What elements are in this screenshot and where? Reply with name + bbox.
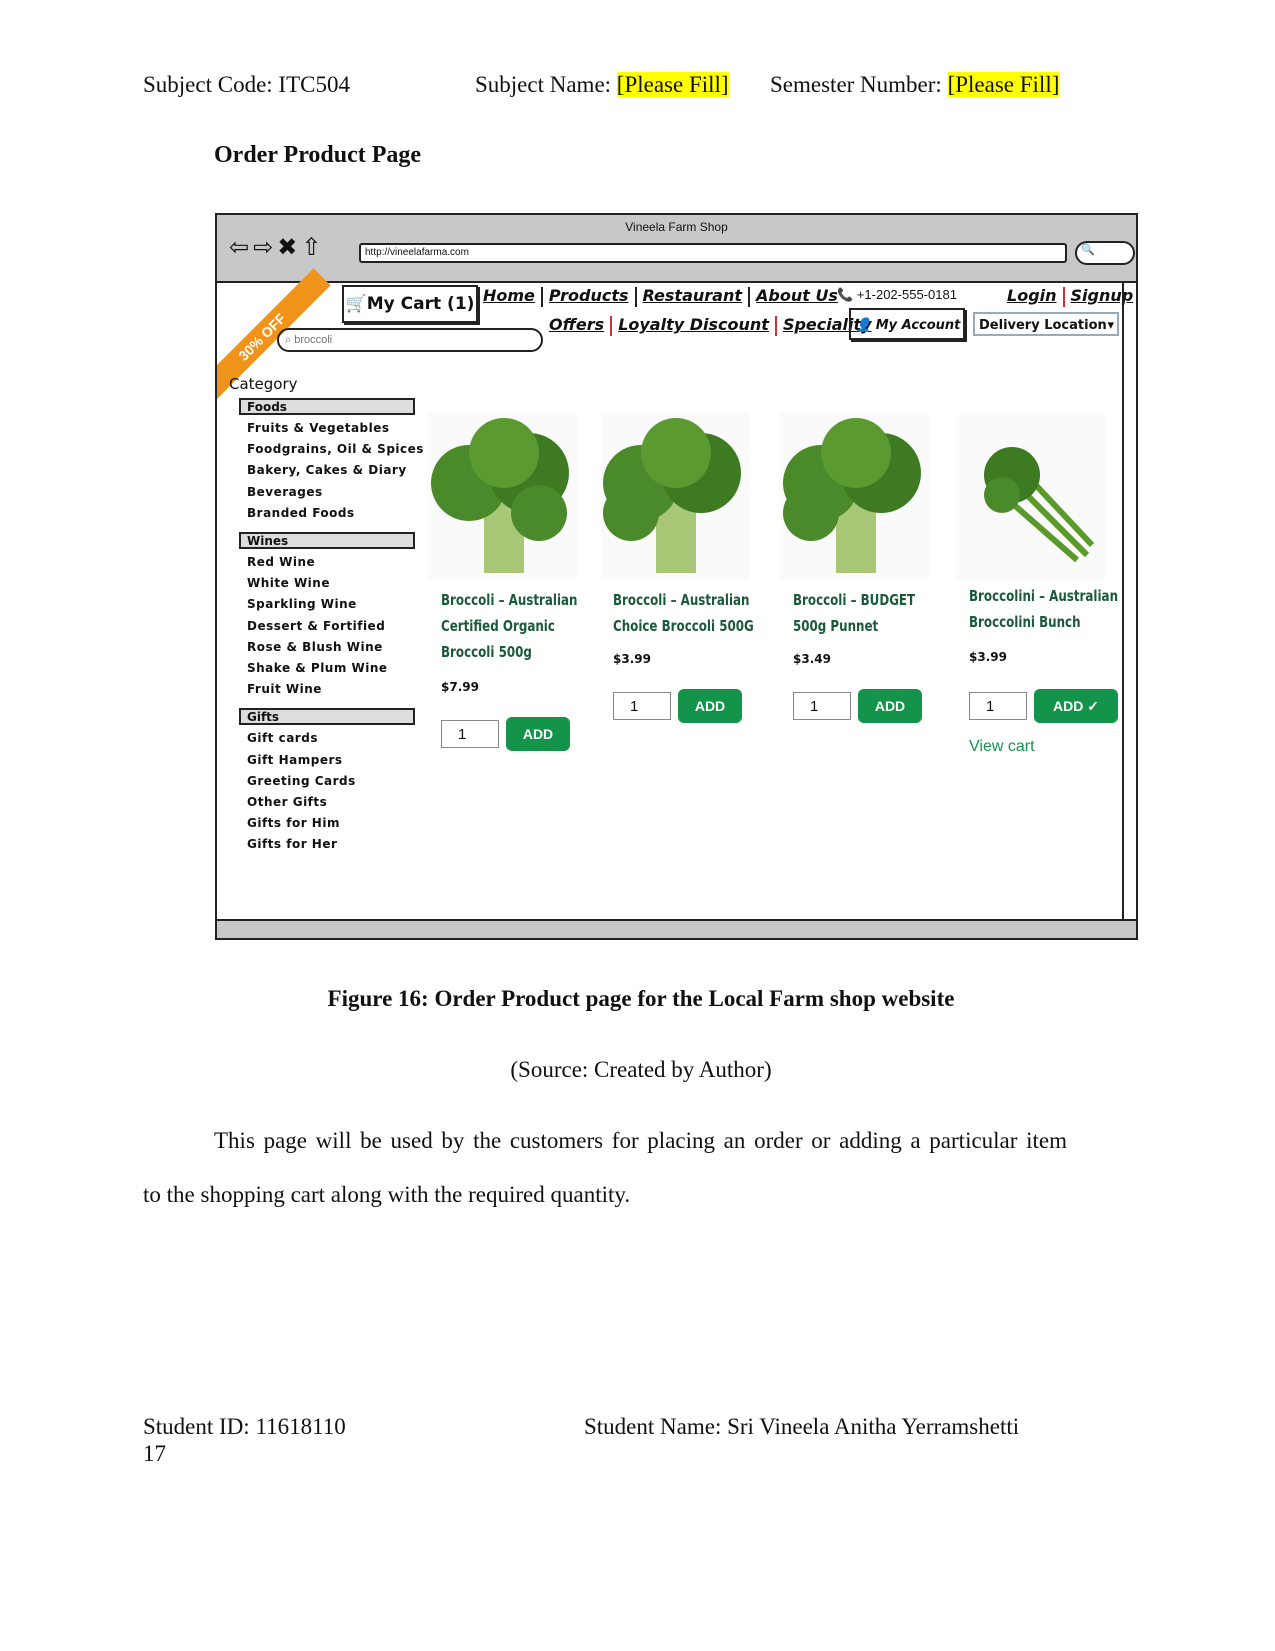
nav-row-1: Home Products Restaurant About Us: [483, 286, 838, 307]
cart-icon: 🛒: [345, 294, 367, 314]
search-input[interactable]: ⌕ broccoli: [277, 328, 543, 352]
product-name[interactable]: Broccoli – Australian Certified Organic …: [441, 587, 591, 665]
back-icon[interactable]: ⇦: [229, 234, 253, 261]
status-bar: [217, 919, 1136, 938]
add-to-cart-button[interactable]: ADD: [858, 689, 922, 723]
phone-icon: 📞: [837, 287, 854, 302]
figure-source: (Source: Created by Author): [510, 1057, 772, 1082]
stop-icon[interactable]: ✖: [277, 234, 301, 261]
product-price: $3.99: [613, 652, 651, 666]
chevron-down-icon: ▾: [1107, 318, 1114, 333]
category-item[interactable]: Branded Foods: [247, 506, 355, 520]
delivery-location-select[interactable]: Delivery Location ▾: [973, 312, 1119, 336]
product-name[interactable]: Broccoli – Australian Choice Broccoli 50…: [613, 587, 763, 639]
search-value: broccoli: [294, 334, 333, 346]
wireframe-figure: Vineela Farm Shop ⇦⇨✖⇧ http://vineelafar…: [215, 213, 1138, 940]
page-number: 17: [143, 1441, 166, 1466]
body-text-line-1: This page will be used by the customers …: [214, 1128, 1067, 1153]
nav-restaurant[interactable]: Restaurant: [643, 286, 742, 305]
user-add-icon: 👤: [855, 318, 872, 333]
phone-number: +1-202-555-0181: [856, 287, 957, 302]
category-item[interactable]: Gifts for Her: [247, 837, 337, 851]
category-header[interactable]: Wines: [239, 532, 415, 549]
forward-icon[interactable]: ⇨: [253, 234, 277, 261]
category-item[interactable]: Fruit Wine: [247, 682, 322, 696]
product-price: $3.99: [969, 650, 1007, 664]
nav-home[interactable]: Home: [483, 286, 535, 305]
my-account-label: My Account: [875, 318, 961, 333]
nav-about-us[interactable]: About Us: [756, 286, 838, 305]
subject-name: Subject Name: [Please Fill]: [475, 72, 729, 98]
subject-name-label: Subject Name:: [475, 72, 617, 97]
quantity-input[interactable]: 1: [969, 692, 1027, 720]
add-to-cart-button[interactable]: ADD ✓: [1034, 689, 1118, 723]
product-image[interactable]: [781, 413, 929, 579]
category-item[interactable]: Bakery, Cakes & Diary: [247, 463, 407, 477]
category-item[interactable]: White Wine: [247, 576, 330, 590]
category-item[interactable]: Beverages: [247, 485, 323, 499]
add-to-cart-button[interactable]: ADD: [506, 717, 570, 751]
semester-label: Semester Number:: [770, 72, 948, 97]
product-name[interactable]: Broccolini – Australian Broccolini Bunch: [969, 583, 1119, 635]
delivery-label: Delivery Location: [979, 318, 1107, 333]
nav-offers[interactable]: Offers: [549, 315, 604, 334]
category-item[interactable]: Foodgrains, Oil & Spices: [247, 442, 424, 456]
category-item[interactable]: Fruits & Vegetables: [247, 421, 390, 435]
quantity-input[interactable]: 1: [613, 692, 671, 720]
home-icon[interactable]: ⇧: [301, 234, 325, 261]
semester-value: [Please Fill]: [947, 72, 1060, 97]
student-name: Student Name: Sri Vineela Anitha Yerrams…: [584, 1414, 1020, 1439]
subject-code: Subject Code: ITC504: [143, 72, 350, 97]
category-item[interactable]: Rose & Blush Wine: [247, 640, 383, 654]
phone: 📞 +1-202-555-0181: [837, 287, 957, 303]
figure-caption: Figure 16: Order Product page for the Lo…: [327, 986, 955, 1011]
category-title: Category: [229, 375, 298, 393]
subject-name-value: [Please Fill]: [616, 72, 729, 97]
product-image[interactable]: [429, 413, 577, 579]
my-cart-button[interactable]: 🛒My Cart (1): [342, 285, 478, 323]
student-id: Student ID: 11618110: [143, 1414, 346, 1439]
document-page: Subject Code: ITC504 Subject Name: [Plea…: [0, 0, 1275, 1651]
category-item[interactable]: Greeting Cards: [247, 774, 356, 788]
nav-products[interactable]: Products: [549, 286, 629, 305]
product-price: $3.49: [793, 652, 831, 666]
product-price: $7.99: [441, 680, 479, 694]
product-name[interactable]: Broccoli – BUDGET 500g Punnet: [793, 587, 943, 639]
category-item[interactable]: Other Gifts: [247, 795, 327, 809]
category-item[interactable]: Red Wine: [247, 555, 315, 569]
browser-chrome: Vineela Farm Shop ⇦⇨✖⇧ http://vineelafar…: [217, 215, 1136, 283]
login-link[interactable]: Login: [1007, 286, 1057, 305]
product-image[interactable]: [957, 415, 1105, 581]
body-text-line-2: to the shopping cart along with the requ…: [143, 1182, 631, 1207]
section-title: Order Product Page: [214, 142, 422, 168]
add-to-cart-button[interactable]: ADD: [678, 689, 742, 723]
quantity-input[interactable]: 1: [793, 692, 851, 720]
window-title: Vineela Farm Shop: [625, 220, 728, 234]
auth-links: Login Signup: [1007, 286, 1133, 307]
cart-label: My Cart (1): [366, 294, 475, 314]
semester-number: Semester Number: [Please Fill]: [770, 72, 1060, 98]
category-item[interactable]: Gifts for Him: [247, 816, 340, 830]
my-account-button[interactable]: 👤 My Account: [849, 308, 965, 340]
nav-row-2: Offers Loyalty Discount Speciality: [549, 315, 872, 336]
scrollbar[interactable]: [1122, 283, 1134, 919]
category-item[interactable]: Dessert & Fortified: [247, 619, 385, 633]
nav-loyalty-discount[interactable]: Loyalty Discount: [618, 315, 769, 334]
category-header[interactable]: Foods: [239, 398, 415, 415]
category-item[interactable]: Gift cards: [247, 731, 318, 745]
category-item[interactable]: Gift Hampers: [247, 753, 343, 767]
browser-search-icon[interactable]: 🔍: [1075, 241, 1135, 265]
view-cart-link[interactable]: View cart: [969, 738, 1035, 756]
quantity-input[interactable]: 1: [441, 720, 499, 748]
category-item[interactable]: Sparkling Wine: [247, 597, 357, 611]
category-header[interactable]: Gifts: [239, 708, 415, 726]
product-image[interactable]: [601, 413, 749, 579]
category-item[interactable]: Shake & Plum Wine: [247, 661, 388, 675]
url-bar[interactable]: http://vineelafarma.com: [359, 243, 1067, 263]
